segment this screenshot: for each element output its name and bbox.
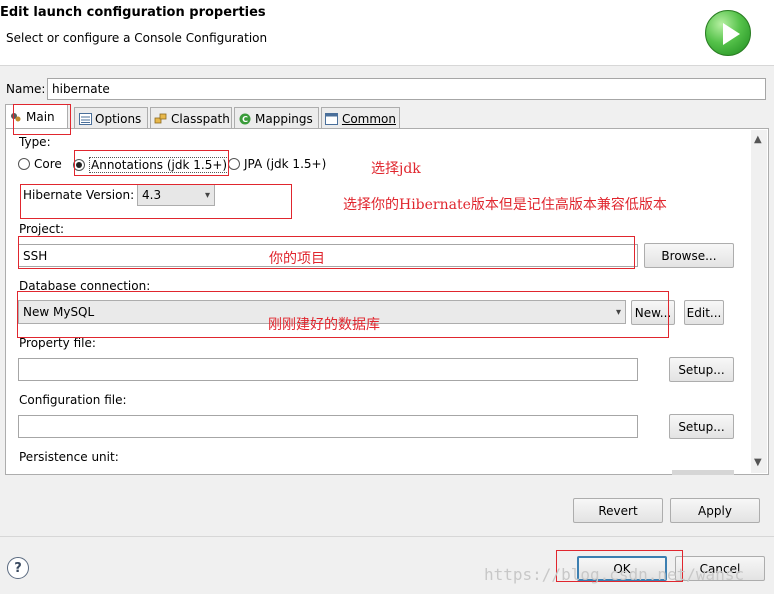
- annotation-box-annotations: [74, 150, 229, 176]
- configuration-file-input[interactable]: [18, 415, 638, 438]
- footer-divider: [0, 536, 774, 537]
- tab-classpath-label: Classpath: [171, 111, 230, 126]
- name-input[interactable]: hibernate: [47, 78, 766, 100]
- annotation-select-version: 选择你的Hibernate版本但是记住高版本兼容低版本: [343, 197, 667, 213]
- apply-button[interactable]: Apply: [670, 498, 760, 523]
- name-label: Name:: [6, 82, 46, 96]
- type-jpa-radio[interactable]: JPA (jdk 1.5+): [228, 157, 326, 171]
- property-setup-button[interactable]: Setup...: [669, 357, 734, 382]
- mappings-icon: C: [238, 112, 252, 126]
- configuration-file-label: Configuration file:: [19, 393, 127, 407]
- tab-options[interactable]: Options: [74, 107, 148, 129]
- property-file-label: Property file:: [19, 336, 96, 350]
- type-jpa-label: JPA (jdk 1.5+): [244, 157, 327, 171]
- configuration-setup-button[interactable]: Setup...: [669, 414, 734, 439]
- tab-mappings[interactable]: C Mappings: [234, 107, 319, 129]
- type-core-label: Core: [34, 157, 62, 171]
- annotation-box-main: [13, 104, 71, 135]
- project-label: Project:: [19, 222, 65, 236]
- tab-classpath[interactable]: Classpath: [150, 107, 232, 129]
- property-file-input[interactable]: [18, 358, 638, 381]
- persistence-partial-button: [672, 470, 734, 475]
- tab-options-label: Options: [95, 111, 142, 126]
- annotation-box-project: [18, 236, 635, 269]
- radio-jpa[interactable]: [228, 158, 240, 170]
- help-icon[interactable]: ?: [7, 557, 29, 579]
- annotation-box-version: [20, 184, 292, 219]
- annotation-new-database: 刚刚建好的数据库: [268, 317, 380, 333]
- type-core-radio[interactable]: Core: [18, 157, 62, 171]
- panel-scrollbar[interactable]: ▲ ▼: [751, 130, 767, 473]
- watermark-text: https://blog.csdn.net/wansc: [484, 565, 745, 584]
- radio-core[interactable]: [18, 158, 30, 170]
- tab-common[interactable]: Common: [321, 107, 400, 129]
- options-icon: [78, 112, 92, 126]
- dialog-subtitle: Select or configure a Console Configurat…: [6, 31, 268, 45]
- tab-common-label: Common: [341, 111, 396, 126]
- annotation-your-project: 你的项目: [269, 251, 325, 267]
- revert-button[interactable]: Revert: [573, 498, 663, 523]
- classpath-icon: [154, 112, 168, 126]
- scroll-down-icon[interactable]: ▼: [754, 457, 762, 468]
- type-label: Type:: [19, 135, 51, 149]
- svg-text:C: C: [242, 115, 248, 124]
- common-icon: [325, 112, 339, 126]
- browse-button[interactable]: Browse...: [644, 243, 734, 268]
- run-launch-icon: [705, 10, 751, 56]
- dialog-title: Edit launch configuration properties: [0, 5, 266, 20]
- edit-connection-button[interactable]: Edit...: [684, 300, 724, 325]
- persistence-unit-label: Persistence unit:: [19, 450, 119, 464]
- tab-mappings-label: Mappings: [255, 111, 313, 126]
- annotation-select-jdk: 选择jdk: [371, 161, 421, 177]
- scroll-up-icon[interactable]: ▲: [754, 134, 762, 145]
